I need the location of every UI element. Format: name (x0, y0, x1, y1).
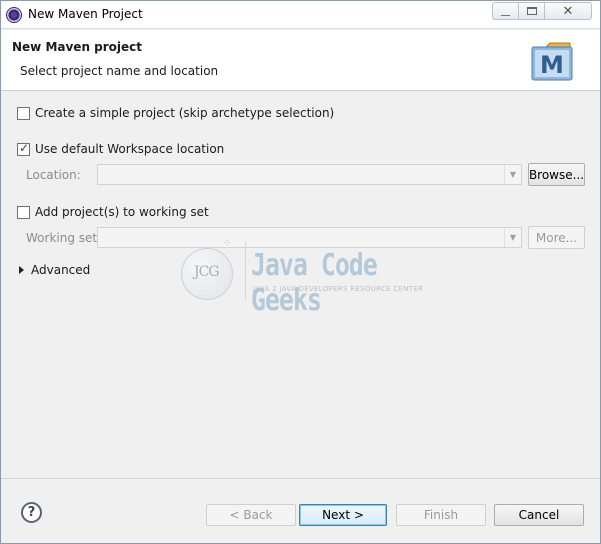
advanced-section-toggle[interactable]: Advanced (19, 263, 90, 277)
minimize-button[interactable] (492, 2, 519, 20)
browse-button[interactable]: Browse... (528, 163, 585, 186)
default-workspace-option[interactable]: Use default Workspace location (17, 141, 225, 156)
watermark-dots-icon: ⁘ (223, 238, 232, 249)
finish-button[interactable]: Finish (396, 504, 486, 526)
help-icon[interactable]: ? (21, 502, 42, 523)
wizard-header: New Maven project Select project name an… (1, 30, 600, 91)
watermark-tagline: JAVA 2 JAVA DEVELOPERS RESOURCE CENTER (253, 285, 424, 293)
simple-project-checkbox[interactable] (17, 106, 30, 120)
eclipse-app-icon (6, 7, 22, 23)
wizard-footer: ? < Back Next > Finish Cancel (1, 478, 600, 543)
default-workspace-label: Use default Workspace location (35, 142, 225, 156)
watermark-divider (245, 242, 246, 300)
working-set-checkbox[interactable] (17, 205, 30, 219)
cancel-button[interactable]: Cancel (494, 504, 584, 526)
next-button[interactable]: Next > (299, 504, 387, 526)
more-button[interactable]: More... (528, 226, 585, 249)
advanced-label: Advanced (31, 263, 91, 277)
watermark-title: Java Code Geeks (251, 248, 378, 318)
dropdown-arrow-icon[interactable]: ▼ (504, 228, 521, 247)
watermark-logo-text: JCG (194, 264, 219, 280)
maven-project-dialog: New Maven Project ✕ New Maven project Se… (0, 0, 601, 544)
dropdown-arrow-icon[interactable]: ▼ (504, 165, 521, 184)
simple-project-option[interactable]: Create a simple project (skip archetype … (17, 106, 334, 120)
working-set-label: Working set: (26, 231, 102, 245)
page-title: New Maven project (12, 40, 143, 54)
expand-triangle-icon[interactable] (19, 266, 24, 274)
location-combo[interactable]: ▼ (97, 164, 522, 185)
window-controls: ✕ (492, 2, 592, 20)
maximize-icon (526, 7, 537, 15)
minimize-icon (501, 11, 510, 16)
default-workspace-checkbox[interactable] (17, 141, 30, 156)
working-set-toggle-label: Add project(s) to working set (35, 205, 209, 219)
simple-project-label: Create a simple project (skip archetype … (35, 106, 335, 120)
location-label: Location: (26, 168, 81, 182)
window-title: New Maven Project (28, 7, 143, 21)
title-bar: New Maven Project ✕ (1, 1, 600, 29)
watermark: ⁘ JCG Java Code Geeks JAVA 2 JAVA DEVELO… (181, 238, 431, 318)
page-subtitle: Select project name and location (20, 64, 219, 78)
working-set-option[interactable]: Add project(s) to working set (17, 205, 209, 219)
back-button[interactable]: < Back (206, 504, 296, 526)
maven-logo-icon: M (531, 42, 573, 81)
close-icon: ✕ (562, 3, 574, 19)
close-button[interactable]: ✕ (545, 2, 592, 20)
maximize-button[interactable] (519, 2, 545, 20)
maven-logo-letter: M (540, 51, 564, 79)
